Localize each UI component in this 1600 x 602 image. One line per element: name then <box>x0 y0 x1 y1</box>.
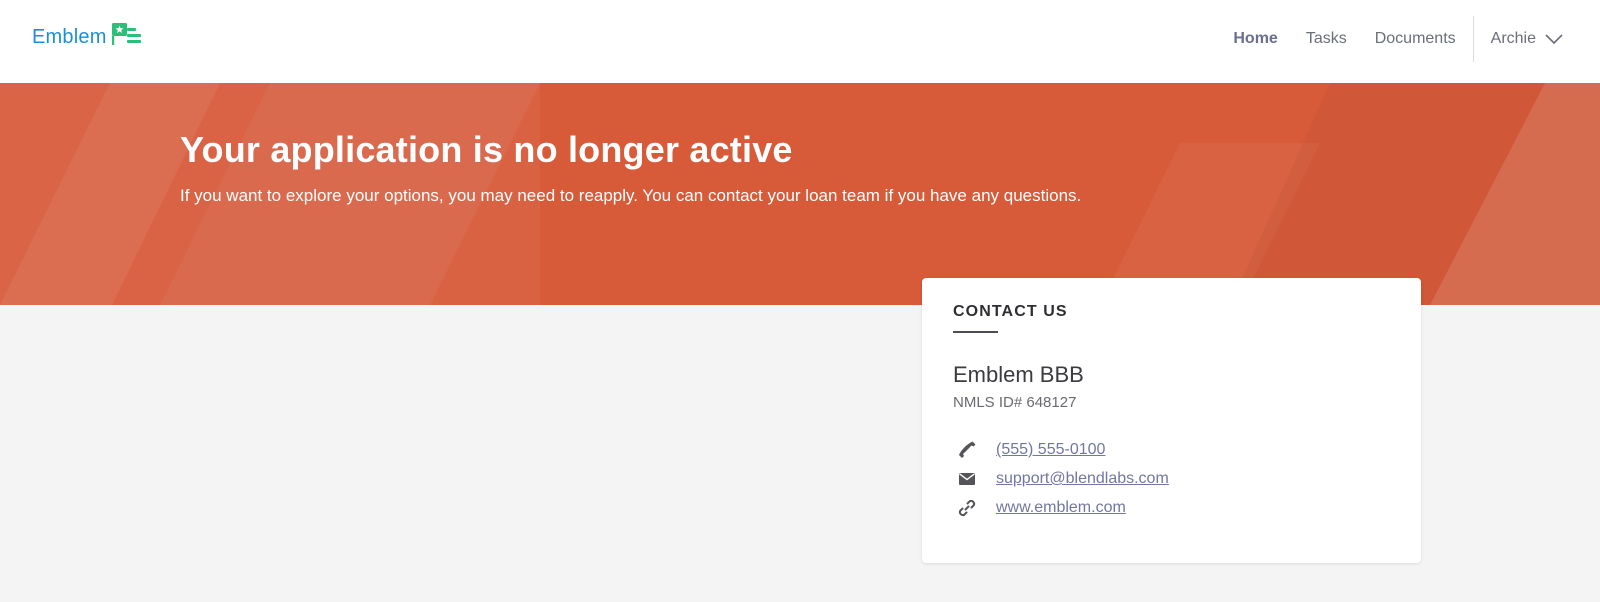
nav-divider <box>1472 16 1474 62</box>
website-link[interactable]: www.emblem.com <box>996 499 1126 517</box>
company-name: Emblem BBB <box>953 362 1084 387</box>
phone-icon <box>953 440 981 460</box>
chevron-down-icon <box>1545 34 1563 45</box>
nav-tasks[interactable]: Tasks <box>1306 30 1347 48</box>
contact-heading: CONTACT US <box>953 303 1068 320</box>
contact-card: CONTACT US Emblem BBB NMLS ID# 648127 (5… <box>922 278 1421 563</box>
main-nav: Home Tasks Documents Archie <box>1233 0 1564 78</box>
emblem-flag-logo-icon <box>111 23 141 45</box>
heading-underline <box>953 331 998 333</box>
user-name: Archie <box>1490 30 1536 47</box>
contact-phone-row: (555) 555-0100 <box>953 438 1105 462</box>
contact-email-row: support@blendlabs.com <box>953 467 1169 491</box>
logo-text: Emblem <box>32 25 107 48</box>
phone-link[interactable]: (555) 555-0100 <box>996 441 1105 459</box>
link-icon <box>953 498 981 518</box>
user-menu[interactable]: Archie <box>1491 30 1564 48</box>
contact-website-row: www.emblem.com <box>953 496 1126 520</box>
page-subtitle: If you want to explore your options, you… <box>180 186 1082 205</box>
top-nav-bar: Emblem Home Tasks Documents Archie <box>0 0 1600 83</box>
email-link[interactable]: support@blendlabs.com <box>996 470 1169 488</box>
nav-home[interactable]: Home <box>1233 30 1277 48</box>
nmls-id: NMLS ID# 648127 <box>953 394 1077 411</box>
emblem-logo[interactable]: Emblem <box>32 22 144 52</box>
page-title: Your application is no longer active <box>180 129 793 170</box>
nav-documents[interactable]: Documents <box>1375 30 1456 48</box>
mail-icon <box>953 469 981 489</box>
status-banner: Your application is no longer active If … <box>0 83 1600 305</box>
